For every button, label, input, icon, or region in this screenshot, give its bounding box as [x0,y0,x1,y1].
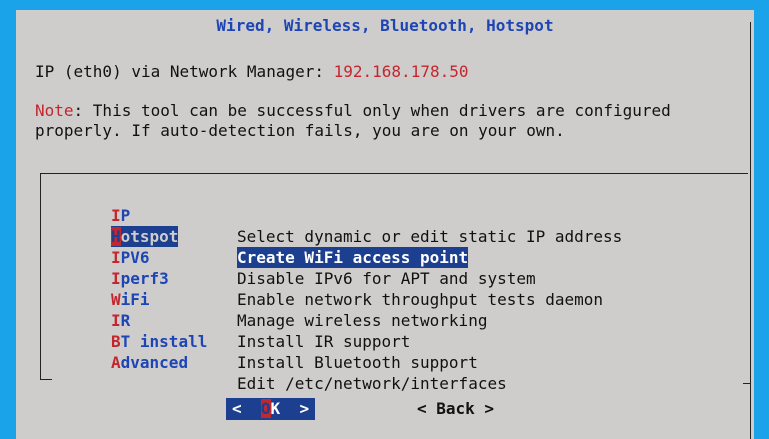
menu-item-iperf3[interactable]: Iperf3 Enable network throughput tests d… [111,247,731,309]
hotkey-letter: A [111,353,121,372]
note-line-1: Note: This tool can be successful only w… [35,101,671,121]
ip-address: 192.168.178.50 [333,62,469,81]
tag-rest: dvanced [120,353,189,372]
menu-item-tag: Advanced [111,352,233,373]
button-divider [743,383,751,384]
ok-label-rest: K > [270,399,310,418]
menu-item-wifi[interactable]: WiFi Manage wireless networking [111,268,731,330]
network-dialog: Wired, Wireless, Bluetooth, Hotspot IP (… [16,10,754,439]
ok-hotkey: O [260,399,271,418]
menu-list: IP Select dynamic or edit static IP addr… [40,173,748,393]
menu-item-desc: Edit /etc/network/interfaces [237,374,507,393]
menu-item-ip[interactable]: IP Select dynamic or edit static IP addr… [111,184,731,246]
note-line-2: properly. If auto-detection fails, you a… [35,121,565,140]
ok-bracket-left: < [232,399,261,418]
ok-button[interactable]: < OK > [226,398,316,420]
menu-item-bt-install[interactable]: BT install Install Bluetooth support [111,310,731,372]
note-text-1: : This tool can be successful only when … [73,101,671,120]
menu-border-corner [40,379,52,380]
note-label: Note [35,101,74,120]
ip-label: IP (eth0) via Network Manager: [35,62,334,81]
dialog-border [750,22,751,439]
menu-item-ipv6[interactable]: IPV6 Disable IPv6 for APT and system [111,226,731,288]
menu-item-ir[interactable]: IR Install IR support [111,289,731,351]
menu-item-desc: Install Bluetooth support [237,353,478,372]
ip-info-line: IP (eth0) via Network Manager: 192.168.1… [35,62,468,82]
dialog-title: Wired, Wireless, Bluetooth, Hotspot [216,16,554,35]
menu-item-advanced[interactable]: Advanced Edit /etc/network/interfaces [111,331,731,393]
menu-item-hotspot[interactable]: Hotspot Create WiFi access point [111,205,731,268]
back-button[interactable]: < Back > [417,398,494,420]
